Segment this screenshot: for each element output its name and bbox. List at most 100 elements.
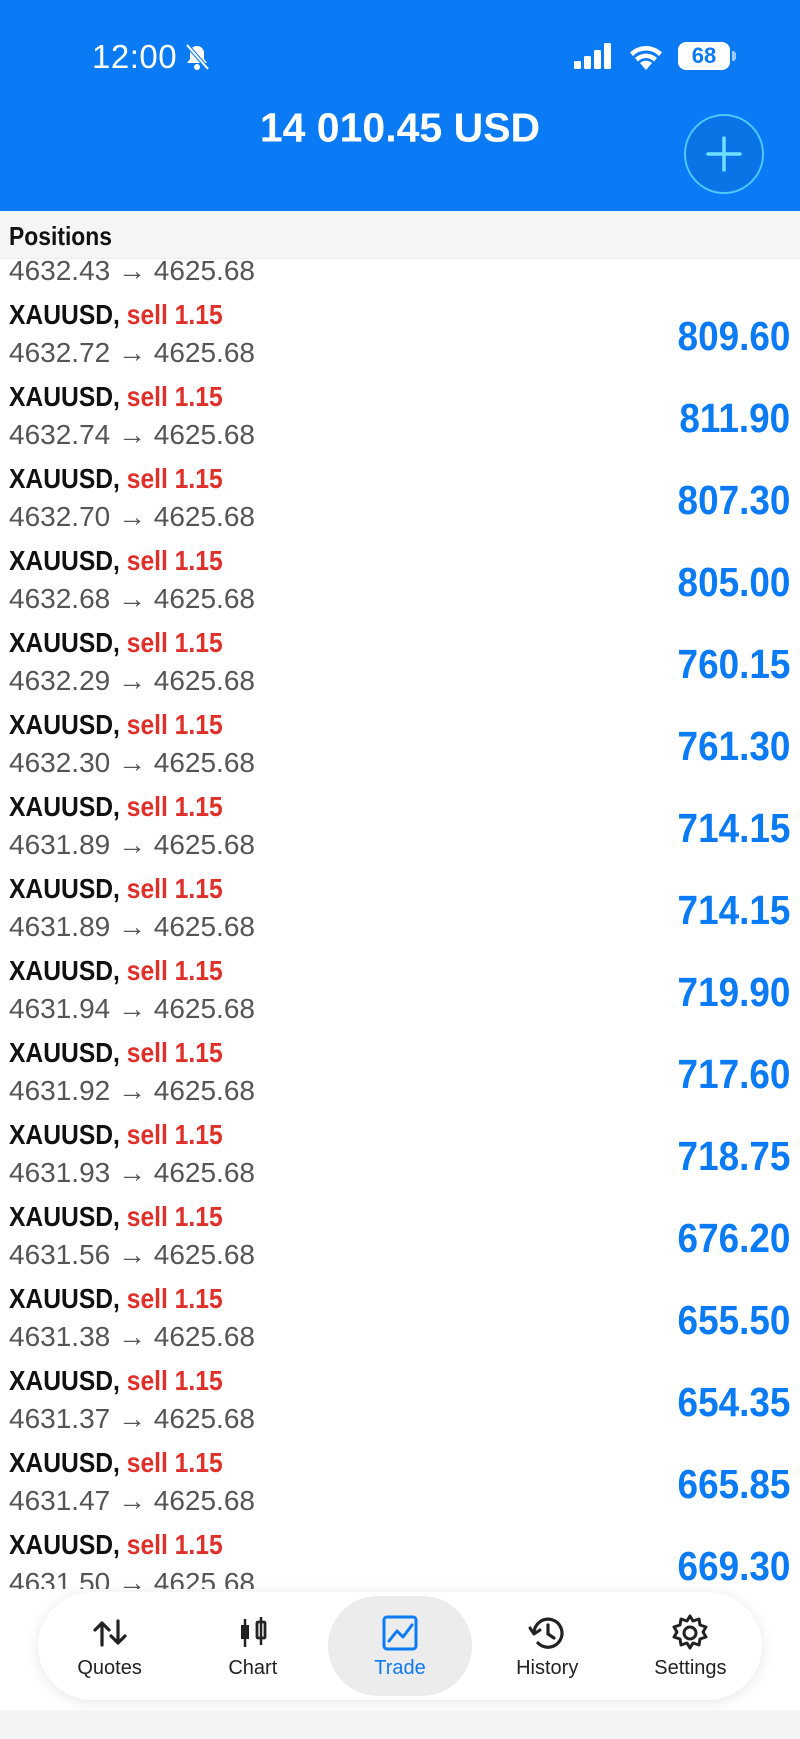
position-side-volume: sell 1.15 (126, 463, 223, 494)
nav-label: Settings (654, 1656, 727, 1679)
new-order-button[interactable] (684, 114, 764, 194)
position-side-volume: sell 1.15 (126, 545, 223, 576)
position-row[interactable]: XAUUSD, sell 1.154632.43 → 4625.68 (0, 259, 800, 286)
position-profit: 669.30 (677, 1543, 790, 1589)
position-title: XAUUSD, sell 1.15 (9, 873, 223, 905)
position-profit: 718.75 (677, 1133, 790, 1179)
position-profit: 714.15 (677, 805, 790, 851)
wifi-icon (630, 45, 662, 70)
account-balance: 14 010.45 USD (259, 104, 541, 151)
position-profit: 809.60 (677, 313, 790, 359)
nav-item-trade[interactable]: Trade (328, 1596, 472, 1696)
position-symbol: XAUUSD, (9, 299, 120, 330)
position-profit: 665.85 (677, 1461, 790, 1507)
position-side-volume: sell 1.15 (126, 1447, 223, 1478)
position-side-volume: sell 1.15 (126, 873, 223, 904)
position-profit: 807.30 (677, 477, 790, 523)
position-symbol: XAUUSD, (9, 1447, 120, 1478)
position-row[interactable]: XAUUSD, sell 1.15 4631.56 → 4625.68 676.20 (0, 1185, 800, 1270)
battery-indicator: 68 (678, 42, 736, 70)
position-row[interactable]: XAUUSD, sell 1.15 4632.68 → 4625.68 805.00 (0, 529, 800, 614)
position-row[interactable]: XAUUSD, sell 1.15 4631.50 → 4625.68 669.30 (0, 1513, 800, 1589)
position-row[interactable]: XAUUSD, sell 1.15 4631.37 → 4625.68 654.35 (0, 1349, 800, 1434)
position-profit: 717.60 (677, 1051, 790, 1097)
position-title: XAUUSD, sell 1.15 (9, 791, 223, 823)
nav-item-settings[interactable]: Settings (619, 1596, 762, 1696)
position-prices: 4631.50 → 4625.68 (9, 1567, 255, 1589)
position-symbol: XAUUSD, (9, 463, 120, 494)
position-row[interactable]: XAUUSD, sell 1.15 4632.30 → 4625.68 761.30 (0, 693, 800, 778)
position-row[interactable]: XAUUSD, sell 1.15 4632.70 → 4625.68 807.30 (0, 447, 800, 532)
position-side-volume: sell 1.15 (126, 1119, 223, 1150)
position-row[interactable]: XAUUSD, sell 1.15 4631.38 → 4625.68 655.50 (0, 1267, 800, 1352)
position-symbol: XAUUSD, (9, 791, 120, 822)
position-side-volume: sell 1.15 (126, 627, 223, 658)
bottom-navigation: Quotes Chart Trade History Settings (38, 1592, 762, 1700)
position-symbol: XAUUSD, (9, 1119, 120, 1150)
position-row[interactable]: XAUUSD, sell 1.15 4631.93 → 4625.68 718.75 (0, 1103, 800, 1188)
position-profit: 676.20 (677, 1215, 790, 1261)
cellular-signal-icon (574, 43, 611, 69)
position-row[interactable]: XAUUSD, sell 1.15 4632.29 → 4625.68 760.15 (0, 611, 800, 696)
position-profit: 760.15 (677, 641, 790, 687)
position-title: XAUUSD, sell 1.15 (9, 545, 223, 577)
nav-item-chart[interactable]: Chart (181, 1596, 324, 1696)
position-title: XAUUSD, sell 1.15 (9, 381, 223, 413)
nav-label: Quotes (77, 1656, 142, 1679)
position-row[interactable]: XAUUSD, sell 1.15 4631.47 → 4625.68 665.85 (0, 1431, 800, 1516)
position-symbol: XAUUSD, (9, 1283, 120, 1314)
position-title: XAUUSD, sell 1.15 (9, 627, 223, 659)
position-symbol: XAUUSD, (9, 1037, 120, 1068)
section-title: Positions (9, 221, 112, 251)
quotes-icon (92, 1618, 127, 1647)
position-row[interactable]: XAUUSD, sell 1.15 4631.92 → 4625.68 717.60 (0, 1021, 800, 1106)
position-title: XAUUSD, sell 1.15 (9, 1447, 223, 1479)
position-side-volume: sell 1.15 (126, 1283, 223, 1314)
position-title: XAUUSD, sell 1.15 (9, 1365, 223, 1397)
position-title: XAUUSD, sell 1.15 (9, 1119, 223, 1151)
position-title: XAUUSD, sell 1.15 (9, 1283, 223, 1315)
position-title: XAUUSD, sell 1.15 (9, 709, 223, 741)
position-profit: 811.90 (679, 395, 790, 441)
position-title: XAUUSD, sell 1.15 (9, 463, 223, 495)
position-side-volume: sell 1.15 (126, 1037, 223, 1068)
position-symbol: XAUUSD, (9, 1365, 120, 1396)
position-profit: 654.35 (677, 1379, 790, 1425)
position-side-volume: sell 1.15 (126, 791, 223, 822)
position-symbol: XAUUSD, (9, 1201, 120, 1232)
position-title: XAUUSD, sell 1.15 (9, 955, 223, 987)
position-symbol: XAUUSD, (9, 381, 120, 412)
position-side-volume: sell 1.15 (126, 955, 223, 986)
position-profit: 761.30 (677, 723, 790, 769)
position-row[interactable]: XAUUSD, sell 1.15 4631.89 → 4625.68 714.15 (0, 857, 800, 942)
position-symbol: XAUUSD, (9, 627, 120, 658)
position-title: XAUUSD, sell 1.15 (9, 1529, 223, 1561)
plus-icon (706, 136, 742, 172)
nav-item-quotes[interactable]: Quotes (38, 1596, 181, 1696)
position-row[interactable]: XAUUSD, sell 1.15 4632.72 → 4625.68 809.60 (0, 283, 800, 368)
position-side-volume: sell 1.15 (126, 709, 223, 740)
nav-item-history[interactable]: History (476, 1596, 619, 1696)
position-profit: 719.90 (677, 969, 790, 1015)
position-row[interactable]: XAUUSD, sell 1.15 4632.74 → 4625.68 811.90 (0, 365, 800, 450)
position-title: XAUUSD, sell 1.15 (9, 1201, 223, 1233)
settings-icon (672, 1614, 708, 1649)
position-profit: 805.00 (677, 559, 790, 605)
position-side-volume: sell 1.15 (126, 381, 223, 412)
position-title: XAUUSD, sell 1.15 (9, 1037, 223, 1069)
battery-level: 68 (691, 43, 717, 68)
positions-list[interactable]: XAUUSD, sell 1.154632.43 → 4625.68XAUUSD… (0, 259, 800, 1589)
position-side-volume: sell 1.15 (126, 1365, 223, 1396)
position-symbol: XAUUSD, (9, 709, 120, 740)
position-title: XAUUSD, sell 1.15 (9, 299, 223, 331)
position-profit: 714.15 (677, 887, 790, 933)
position-symbol: XAUUSD, (9, 545, 120, 576)
nav-label: History (516, 1656, 579, 1679)
status-time: 12:00 (92, 38, 211, 76)
position-side-volume: sell 1.15 (126, 1201, 223, 1232)
position-side-volume: sell 1.15 (126, 299, 223, 330)
position-row[interactable]: XAUUSD, sell 1.15 4631.89 → 4625.68 714.15 (0, 775, 800, 860)
nav-label: Chart (228, 1656, 278, 1679)
position-row[interactable]: XAUUSD, sell 1.15 4631.94 → 4625.68 719.90 (0, 939, 800, 1024)
bell-slash-icon (185, 43, 210, 71)
